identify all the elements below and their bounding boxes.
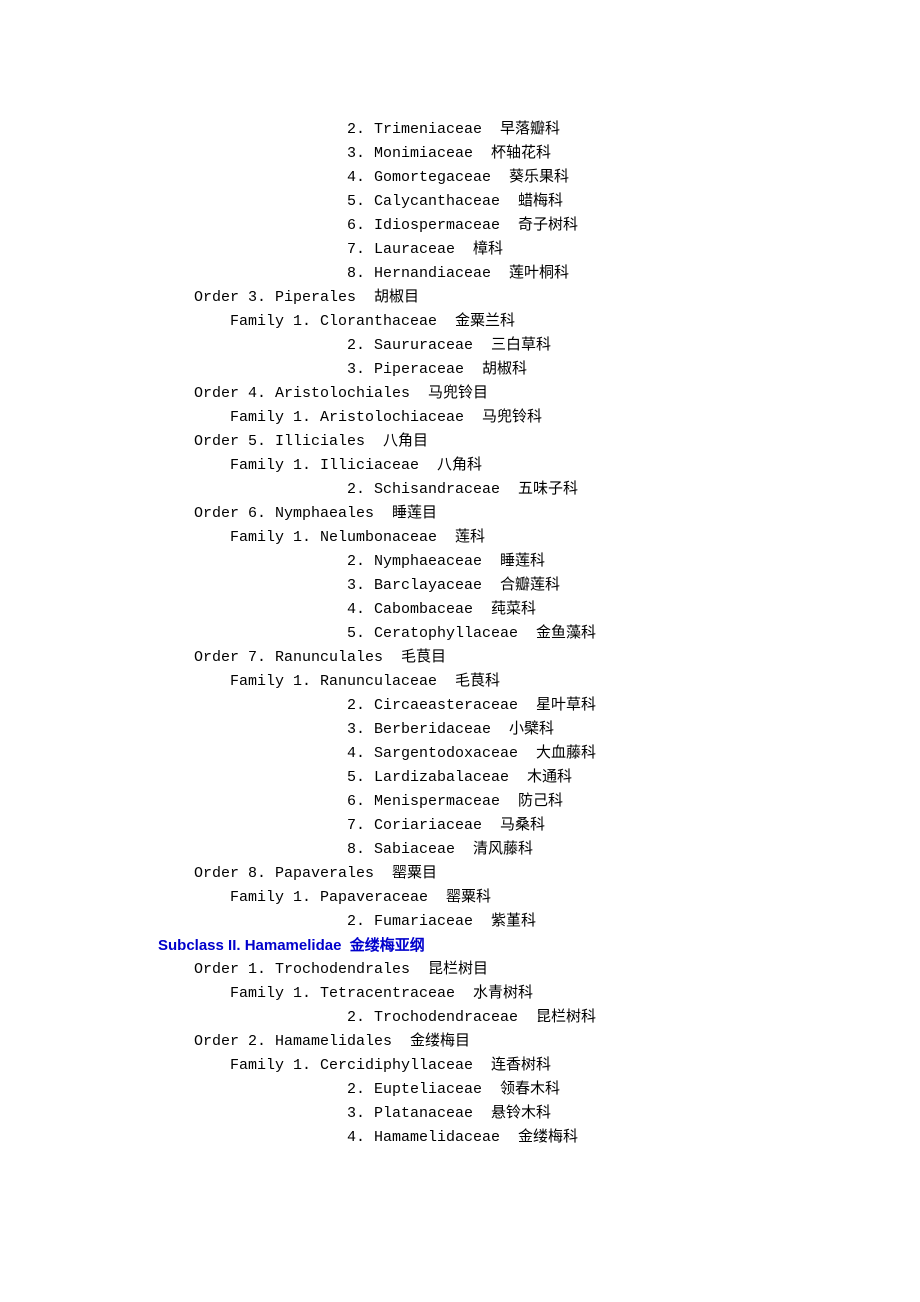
subclass-heading: Subclass II. Hamamelidae 金缕梅亚纲 [158, 934, 820, 958]
taxonomy-line: 5. Ceratophyllaceae 金鱼藻科 [158, 622, 820, 646]
taxonomy-line: Order 8. Papaverales 罂粟目 [158, 862, 820, 886]
taxonomy-line: Family 1. Cercidiphyllaceae 连香树科 [158, 1054, 820, 1078]
taxonomy-line: 4. Sargentodoxaceae 大血藤科 [158, 742, 820, 766]
taxonomy-line: 7. Coriariaceae 马桑科 [158, 814, 820, 838]
taxonomy-line: 2. Saururaceae 三白草科 [158, 334, 820, 358]
taxonomy-line: Family 1. Cloranthaceae 金粟兰科 [158, 310, 820, 334]
taxonomy-line: 3. Platanaceae 悬铃木科 [158, 1102, 820, 1126]
taxonomy-line: Order 3. Piperales 胡椒目 [158, 286, 820, 310]
taxonomy-line: 3. Monimiaceae 杯轴花科 [158, 142, 820, 166]
taxonomy-line: Family 1. Illiciaceae 八角科 [158, 454, 820, 478]
taxonomy-line: Order 7. Ranunculales 毛茛目 [158, 646, 820, 670]
taxonomy-line: Order 1. Trochodendrales 昆栏树目 [158, 958, 820, 982]
taxonomy-line: 2. Eupteliaceae 领春木科 [158, 1078, 820, 1102]
taxonomy-line: 4. Cabombaceae 莼菜科 [158, 598, 820, 622]
taxonomy-line: 4. Hamamelidaceae 金缕梅科 [158, 1126, 820, 1150]
taxonomy-line: 6. Menispermaceae 防己科 [158, 790, 820, 814]
taxonomy-line: 2. Fumariaceae 紫堇科 [158, 910, 820, 934]
taxonomy-line: 2. Trimeniaceae 早落瓣科 [158, 118, 820, 142]
taxonomy-line: Order 6. Nymphaeales 睡莲目 [158, 502, 820, 526]
taxonomy-line: 2. Schisandraceae 五味子科 [158, 478, 820, 502]
taxonomy-line: 2. Circaeasteraceae 星叶草科 [158, 694, 820, 718]
taxonomy-line: 6. Idiospermaceae 奇子树科 [158, 214, 820, 238]
taxonomy-line: 7. Lauraceae 樟科 [158, 238, 820, 262]
taxonomy-line: 3. Barclayaceae 合瓣莲科 [158, 574, 820, 598]
taxonomy-line: Family 1. Aristolochiaceae 马兜铃科 [158, 406, 820, 430]
taxonomy-line: 2. Nymphaeaceae 睡莲科 [158, 550, 820, 574]
taxonomy-line: 4. Gomortegaceae 葵乐果科 [158, 166, 820, 190]
taxonomy-line: 5. Lardizabalaceae 木通科 [158, 766, 820, 790]
taxonomy-line: Family 1. Tetracentraceae 水青树科 [158, 982, 820, 1006]
taxonomy-line: Family 1. Papaveraceae 罂粟科 [158, 886, 820, 910]
taxonomy-line: 3. Piperaceae 胡椒科 [158, 358, 820, 382]
taxonomy-line: Family 1. Nelumbonaceae 莲科 [158, 526, 820, 550]
taxonomy-line: Family 1. Ranunculaceae 毛茛科 [158, 670, 820, 694]
taxonomy-line: 3. Berberidaceae 小檗科 [158, 718, 820, 742]
taxonomy-line: 5. Calycanthaceae 蜡梅科 [158, 190, 820, 214]
taxonomy-line: 8. Sabiaceae 清风藤科 [158, 838, 820, 862]
taxonomy-line: Order 2. Hamamelidales 金缕梅目 [158, 1030, 820, 1054]
document-page: 2. Trimeniaceae 早落瓣科 3. Monimiaceae 杯轴花科… [0, 0, 920, 1230]
taxonomy-line: Order 5. Illiciales 八角目 [158, 430, 820, 454]
taxonomy-line: 8. Hernandiaceae 莲叶桐科 [158, 262, 820, 286]
taxonomy-line: Order 4. Aristolochiales 马兜铃目 [158, 382, 820, 406]
taxonomy-line: 2. Trochodendraceae 昆栏树科 [158, 1006, 820, 1030]
